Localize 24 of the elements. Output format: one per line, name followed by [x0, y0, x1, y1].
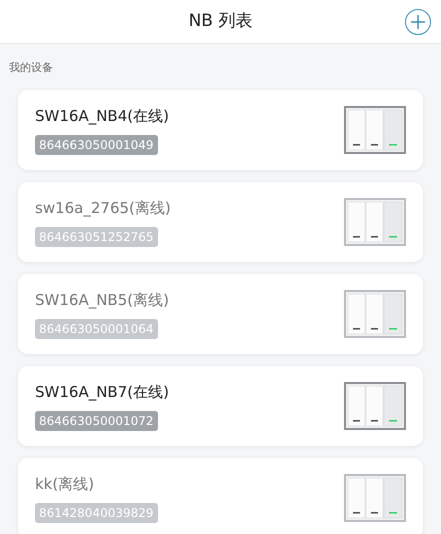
wall-switch-icon	[344, 474, 406, 522]
device-name: kk(离线)	[35, 474, 94, 495]
device-name: sw16a_2765(离线)	[35, 198, 171, 219]
device-card[interactable]: SW16A_NB5(离线) 864663050001064	[18, 274, 423, 354]
device-name: SW16A_NB7(在线)	[35, 382, 169, 403]
device-name: SW16A_NB4(在线)	[35, 106, 169, 127]
device-id-tag: 864663050001072	[35, 411, 158, 432]
device-id-tag: 864663050001064	[35, 319, 158, 340]
device-card[interactable]: SW16A_NB4(在线) 864663050001049	[18, 90, 423, 170]
device-card[interactable]: sw16a_2765(离线) 864663051252765	[18, 182, 423, 262]
device-id-tag: 864663051252765	[35, 227, 158, 248]
wall-switch-icon	[344, 382, 406, 430]
device-id-tag: 864663050001049	[35, 135, 158, 156]
wall-switch-icon	[344, 198, 406, 246]
device-card[interactable]: kk(离线) 861428040039829	[18, 458, 423, 534]
wall-switch-icon	[344, 106, 406, 154]
device-card[interactable]: SW16A_NB7(在线) 864663050001072	[18, 366, 423, 446]
add-button[interactable]	[405, 9, 431, 35]
page-title: NB 列表	[188, 10, 252, 33]
section-label: 我的设备	[9, 61, 53, 74]
wall-switch-icon	[344, 290, 406, 338]
device-name: SW16A_NB5(离线)	[35, 290, 169, 311]
device-id-tag: 861428040039829	[35, 503, 158, 524]
plus-icon	[410, 14, 426, 30]
